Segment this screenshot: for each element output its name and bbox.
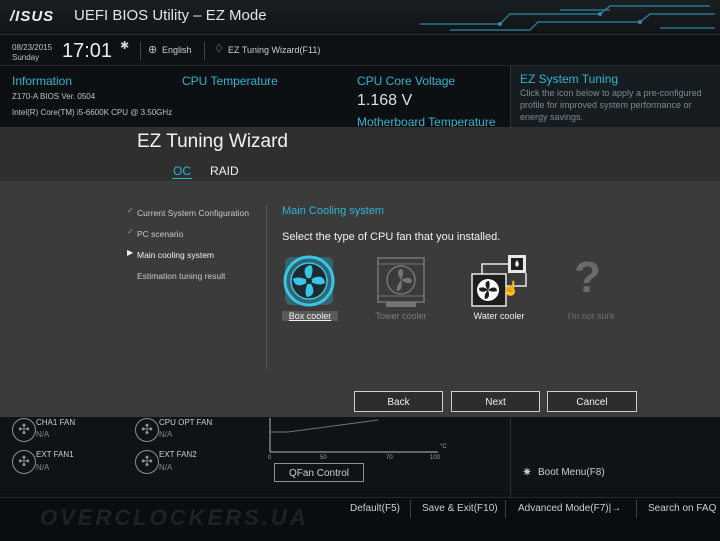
globe-icon[interactable]: ⊕ [148,43,157,56]
tower-cooler-option[interactable] [372,252,430,310]
cooler-label: Tower cooler [375,311,427,321]
search-faq-button[interactable]: Search on FAQ [648,503,716,514]
fan-curve-graph: 0 50 70 100 °C [268,418,447,460]
fan-value: N/A [159,430,173,439]
gear-icon[interactable]: ✱ [120,39,129,52]
fan-name: CPU OPT FAN [159,418,213,427]
boot-menu-icon[interactable]: ✷ [522,465,532,479]
dialog-title: EZ Tuning Wizard [137,131,288,152]
clock: 17:01 [62,40,113,62]
hand-cursor-icon: ☝ [502,280,520,296]
default-button[interactable]: Default(F5) [350,503,400,514]
watermark: OVERCLOCKERS.UA [40,505,309,530]
check-icon: ✓ [127,206,134,215]
check-icon: ✓ [127,227,134,236]
dialog-header [0,127,720,181]
step-pc-scenario: PC scenario [137,229,184,239]
divider [410,500,411,518]
fan-icon: ✣ [135,450,159,474]
cancel-button[interactable]: Cancel [547,391,637,412]
save-exit-button[interactable]: Save & Exit(F10) [422,503,498,514]
circuit-decoration [420,5,715,31]
tick-label: 50 [320,455,327,460]
divider [636,500,637,518]
water-cooler-icon [471,255,527,307]
back-button[interactable]: Back [354,391,443,412]
fan-value: N/A [36,430,50,439]
qfan-control-button[interactable]: QFan Control [274,463,364,482]
prompt-text: Select the type of CPU fan that you inst… [282,231,501,243]
fan-name: EXT FAN2 [159,450,197,459]
boot-menu-button[interactable]: Boot Menu(F8) [538,467,605,478]
day-text: Sunday [12,53,40,62]
cpu-info: Intel(R) Core(TM) i5-6600K CPU @ 3.50GHz [12,108,173,117]
tick-label: 70 [386,455,393,460]
step-estimation-tuning-result: Estimation tuning result [137,271,226,281]
advanced-mode-button[interactable]: Advanced Mode(F7)|→ [518,503,621,514]
divider [140,42,141,60]
date-text: 08/23/2015 [12,43,53,52]
next-button[interactable]: Next [451,391,540,412]
box-cooler-option[interactable] [280,252,338,310]
board-bios-info: Z170-A BIOS Ver. 0504 [12,92,96,101]
water-cooler-option[interactable] [468,252,532,310]
cpu-temperature-heading: CPU Temperature [182,74,278,88]
cooler-label: I'm not sure [567,311,615,321]
arrow-right-icon: ▶ [127,248,134,257]
divider [204,42,205,60]
fan-icon: ✣ [135,418,159,442]
date-display: 08/23/2015 Sunday [12,43,52,63]
step-current-system-configuration: Current System Configuration [137,208,249,218]
fan-name: EXT FAN1 [36,450,74,459]
box-cooler-icon [283,255,335,307]
ez-system-tuning-description: Click the icon below to apply a pre-conf… [520,88,702,122]
language-button[interactable]: English [162,45,192,55]
app-title: UEFI BIOS Utility – EZ Mode [74,7,267,24]
fan-value: N/A [159,463,173,472]
divider [266,205,267,370]
tab-oc[interactable]: OC [172,164,192,179]
divider [505,500,506,518]
tab-raid[interactable]: RAID [210,164,239,178]
section-heading: Main Cooling system [282,205,385,217]
asus-logo: /ISUS [10,8,55,25]
divider [510,418,511,498]
fan-icon: ✣ [12,418,36,442]
cpu-voltage-value: 1.168 V [357,92,413,109]
cooler-label: Box cooler [282,311,338,321]
cpu-voltage-heading: CPU Core Voltage [357,74,456,88]
information-heading: Information [12,74,73,88]
ez-tuning-wizard-link[interactable]: EZ Tuning Wizard(F11) [228,45,320,55]
fan-value: N/A [36,463,50,472]
lightbulb-icon[interactable]: ♢ [214,42,224,55]
unit-label: °C [440,444,447,450]
cooler-label: Water cooler [473,311,525,321]
question-icon[interactable]: ? [574,252,601,304]
tick-label: 0 [268,455,272,460]
fan-curve [270,419,379,433]
fan-name: CHA1 FAN [36,418,76,427]
tick-label: 100 [430,455,441,460]
ez-system-tuning-heading: EZ System Tuning [520,72,619,86]
tower-cooler-icon [377,257,425,307]
fan-icon: ✣ [12,450,36,474]
step-main-cooling-system: Main cooling system [137,250,215,260]
